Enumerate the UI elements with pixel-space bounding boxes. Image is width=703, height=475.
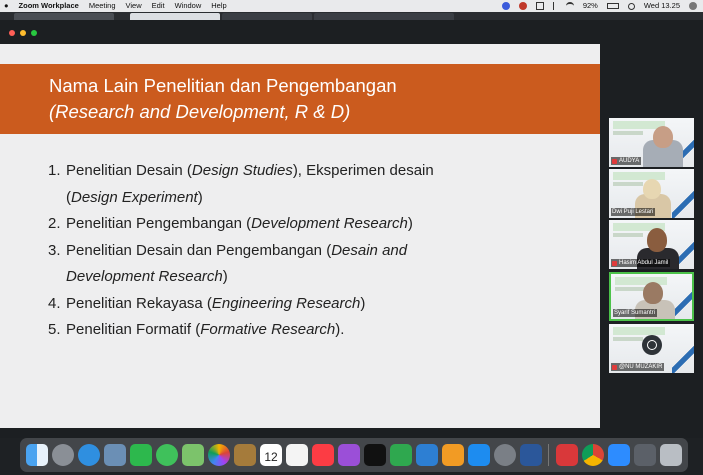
- participant-tile-active-speaker[interactable]: Syarif Sumantri: [609, 272, 694, 321]
- background-tab-strip: [0, 12, 703, 20]
- list-item: 5. Penelitian Formatif (Formative Resear…: [48, 321, 345, 338]
- zoom-status-icon[interactable]: [501, 2, 510, 10]
- participant-name: Hasim Abdul Jamil: [619, 260, 669, 266]
- notes-icon[interactable]: [234, 444, 256, 466]
- finder-icon[interactable]: [26, 444, 48, 466]
- participant-video: [653, 126, 673, 148]
- participant-video: [643, 282, 663, 304]
- slide-bullet-list: 1. Penelitian Desain (Design Studies), E…: [48, 158, 578, 344]
- word-icon[interactable]: [520, 444, 542, 466]
- battery-percent: 92%: [582, 1, 598, 10]
- mic-muted-icon: [612, 260, 617, 266]
- browser-tab[interactable]: [222, 13, 312, 20]
- slide-title-line-1: Nama Lain Penelitian dan Pengembangan: [49, 75, 397, 96]
- menu-clock: Wed 13.25: [643, 1, 680, 10]
- launchpad-icon[interactable]: [52, 444, 74, 466]
- shared-screen-slide: Nama Lain Penelitian dan Pengembangan (R…: [0, 44, 600, 428]
- participant-name: Dwi Puji Lestari: [612, 209, 654, 215]
- numbers-icon[interactable]: [390, 444, 412, 466]
- menu-window[interactable]: Window: [175, 0, 202, 12]
- menu-bar: ● Zoom Workplace Meeting View Edit Windo…: [0, 0, 703, 12]
- maps-icon[interactable]: [182, 444, 204, 466]
- close-window-button[interactable]: [9, 30, 15, 36]
- podcasts-icon[interactable]: [338, 444, 360, 466]
- slide-title: Nama Lain Penelitian dan Pengembangan (R…: [49, 73, 397, 125]
- safari-icon[interactable]: [78, 444, 100, 466]
- menu-view[interactable]: View: [126, 0, 142, 12]
- macos-dock: 12: [20, 438, 688, 472]
- battery-icon[interactable]: [606, 3, 619, 9]
- participant-tile[interactable]: Hasim Abdul Jamil: [609, 220, 694, 269]
- mail-icon[interactable]: [556, 444, 578, 466]
- menu-meeting[interactable]: Meeting: [89, 0, 116, 12]
- participant-tile[interactable]: Dwi Puji Lestari: [609, 169, 694, 218]
- chrome-icon[interactable]: [582, 444, 604, 466]
- participant-video: [647, 228, 667, 252]
- messages-icon[interactable]: [156, 444, 178, 466]
- slide-title-line-2: (Research and Development, R & D): [49, 101, 351, 122]
- bluetooth-icon[interactable]: [552, 2, 557, 10]
- keynote-icon[interactable]: [416, 444, 438, 466]
- mic-muted-icon: [612, 364, 617, 370]
- menu-help[interactable]: Help: [211, 0, 226, 12]
- screen-share-icon[interactable]: [518, 2, 527, 10]
- participant-name: Syarif Sumantri: [614, 310, 656, 316]
- trash-icon[interactable]: [660, 444, 682, 466]
- mic-muted-icon: [612, 158, 617, 164]
- zoom-icon[interactable]: [608, 444, 630, 466]
- menu-edit[interactable]: Edit: [152, 0, 165, 12]
- photos-icon[interactable]: [208, 444, 230, 466]
- menu-app-name[interactable]: Zoom Workplace: [19, 0, 79, 12]
- music-icon[interactable]: [312, 444, 334, 466]
- participant-name: @NU MUZAKIR: [619, 364, 663, 370]
- browser-tab[interactable]: [14, 13, 114, 20]
- preview-icon[interactable]: [104, 444, 126, 466]
- calendar-icon[interactable]: 12: [260, 444, 282, 466]
- list-item: 4. Penelitian Rekayasa (Engineering Rese…: [48, 294, 366, 312]
- participant-tile[interactable]: @NU MUZAKIR: [609, 324, 694, 373]
- participant-tile[interactable]: AUDYA: [609, 118, 694, 167]
- system-settings-icon[interactable]: [494, 444, 516, 466]
- dock-separator: [548, 444, 549, 466]
- downloads-icon[interactable]: [634, 444, 656, 466]
- list-item: 1. Penelitian Desain (Design Studies), E…: [48, 162, 434, 206]
- reminders-icon[interactable]: [286, 444, 308, 466]
- minimize-window-button[interactable]: [20, 30, 26, 36]
- search-icon[interactable]: [627, 2, 635, 10]
- calendar-day: 12: [264, 450, 278, 464]
- participant-name: AUDYA: [619, 158, 640, 164]
- slide-title-banner: Nama Lain Penelitian dan Pengembangan (R…: [0, 64, 600, 134]
- participant-video: [643, 179, 661, 199]
- browser-tab[interactable]: [314, 13, 454, 20]
- zoom-window-button[interactable]: [31, 30, 37, 36]
- app-store-icon[interactable]: [468, 444, 490, 466]
- facetime-icon[interactable]: [130, 444, 152, 466]
- wifi-icon[interactable]: [565, 2, 574, 10]
- list-item: 2. Penelitian Pengembangan (Development …: [48, 215, 413, 232]
- dropbox-icon[interactable]: [535, 2, 544, 10]
- control-center-icon[interactable]: [689, 2, 697, 10]
- list-item: 3. Penelitian Desain dan Pengembangan (D…: [48, 241, 408, 286]
- pages-icon[interactable]: [442, 444, 464, 466]
- apple-tv-icon[interactable]: [364, 444, 386, 466]
- browser-tab[interactable]: [130, 13, 220, 20]
- apple-menu-icon[interactable]: ●: [4, 0, 9, 12]
